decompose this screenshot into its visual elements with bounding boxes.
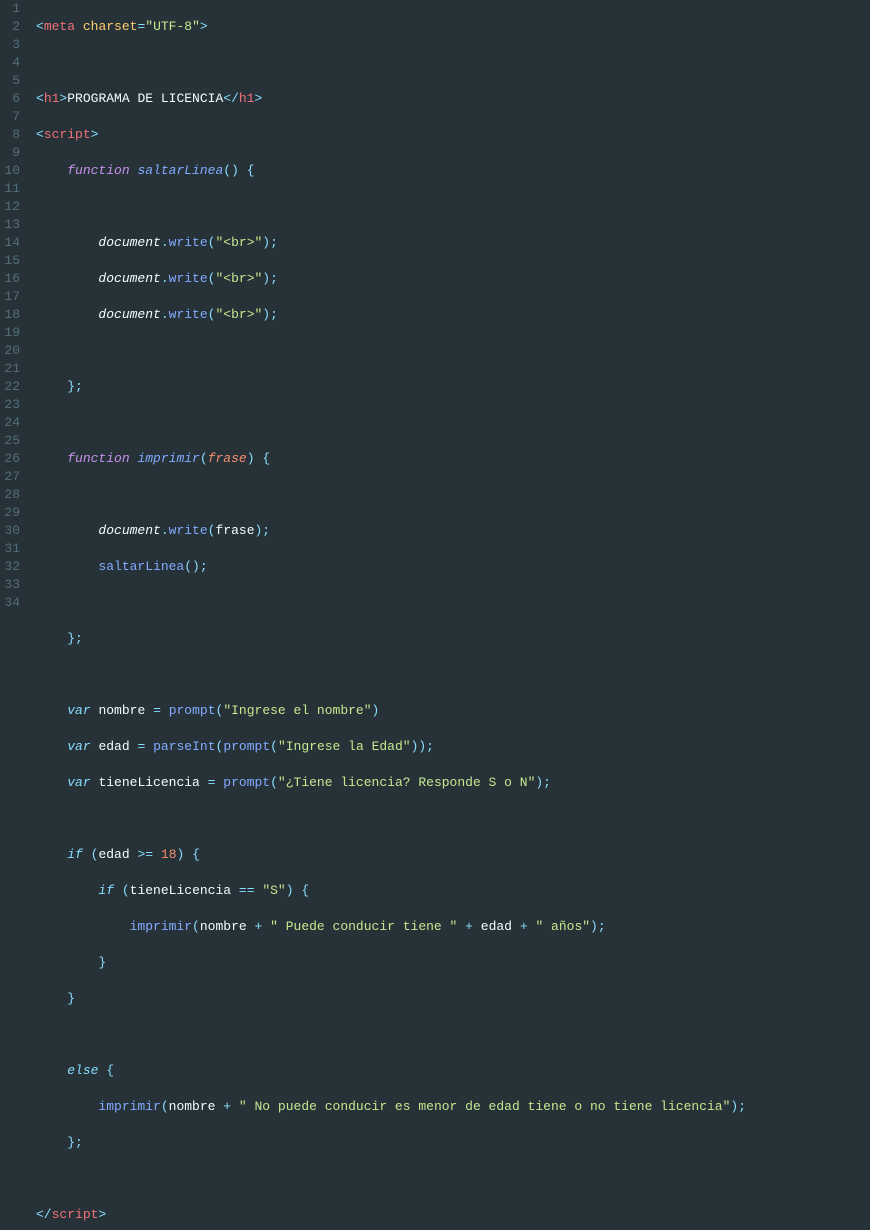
line-number: 28 [4, 486, 20, 504]
line-number: 9 [4, 144, 20, 162]
line-number: 15 [4, 252, 20, 270]
line-number: 4 [4, 54, 20, 72]
line-number: 22 [4, 378, 20, 396]
code-editor[interactable]: 1234567891011121314151617181920212223242… [0, 0, 870, 615]
line-number: 11 [4, 180, 20, 198]
line-number: 10 [4, 162, 20, 180]
line-number: 19 [4, 324, 20, 342]
line-number: 27 [4, 468, 20, 486]
line-number: 34 [4, 594, 20, 612]
line-number: 29 [4, 504, 20, 522]
line-number: 24 [4, 414, 20, 432]
code-area[interactable]: <meta charset="UTF-8"> <h1>PROGRAMA DE L… [28, 0, 870, 615]
line-number: 16 [4, 270, 20, 288]
line-number: 23 [4, 396, 20, 414]
line-number: 5 [4, 72, 20, 90]
line-number: 13 [4, 216, 20, 234]
line-number: 20 [4, 342, 20, 360]
line-number: 26 [4, 450, 20, 468]
line-number: 32 [4, 558, 20, 576]
line-number: 31 [4, 540, 20, 558]
line-number: 14 [4, 234, 20, 252]
line-number: 18 [4, 306, 20, 324]
line-number: 2 [4, 18, 20, 36]
line-number: 33 [4, 576, 20, 594]
line-number: 21 [4, 360, 20, 378]
line-number: 1 [4, 0, 20, 18]
line-number: 7 [4, 108, 20, 126]
line-number: 30 [4, 522, 20, 540]
line-number: 8 [4, 126, 20, 144]
line-number: 3 [4, 36, 20, 54]
line-number: 6 [4, 90, 20, 108]
line-number: 12 [4, 198, 20, 216]
line-number: 17 [4, 288, 20, 306]
line-number-gutter: 1234567891011121314151617181920212223242… [0, 0, 28, 615]
line-number: 25 [4, 432, 20, 450]
